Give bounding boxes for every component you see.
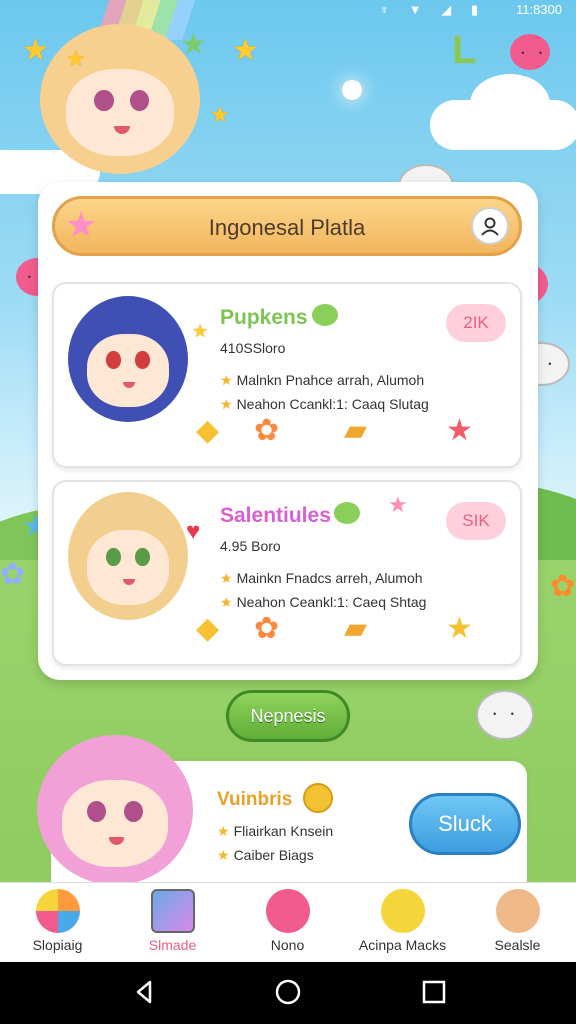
nav-label: Slopiaig — [32, 937, 83, 953]
nav-label: Acinpa Macks — [358, 937, 447, 953]
star-icon: ★ — [388, 492, 408, 517]
coin-icon — [303, 783, 333, 813]
yellow-blob-icon — [381, 889, 425, 933]
bottom-nav: Slopiaig Slmade Nono Acinpa Macks Sealsl… — [0, 882, 576, 963]
top-character-avatar — [40, 24, 200, 174]
nav-item-shop[interactable]: Slopiaig — [0, 883, 115, 963]
candy-icon: ◆ — [196, 612, 220, 645]
star-icon: ★ — [220, 594, 233, 610]
slime-icon — [334, 502, 360, 524]
gallery-icon — [151, 889, 195, 933]
character-score: 410SSloro — [220, 340, 286, 356]
flower-icon: ✿ — [254, 612, 280, 645]
select-button[interactable]: Sluck — [409, 793, 521, 855]
leaf-icon: L — [452, 28, 477, 72]
header-bar: ★ Ingonesal Platla — [52, 196, 522, 256]
star-icon: ★ — [220, 396, 233, 412]
star-icon: ★ — [220, 372, 233, 388]
character-name: Vuinbris — [217, 789, 293, 810]
status-bar: ♆ ▼ ◢ ▮ 11:8300 — [0, 0, 576, 20]
system-nav-bar — [0, 962, 576, 1024]
character-card[interactable]: Vuinbris ★ Fliairkan Knsein ★ Caiber Biags… — [37, 735, 530, 898]
profile-button[interactable] — [471, 207, 509, 245]
character-name: Salentiules — [220, 504, 331, 527]
nav-item-home[interactable]: Nono — [230, 883, 345, 963]
character-score: 4.95 Boro — [220, 538, 281, 554]
nav-item-gallery[interactable]: Slmade — [115, 883, 230, 963]
star-icon: ★ — [210, 102, 230, 127]
heart-icon: ♥ — [186, 518, 201, 545]
character-name: Pupkens — [220, 306, 308, 329]
detail-line: ★ Caiber Biags — [217, 847, 314, 863]
character-card[interactable]: ♥ Salentiules ★ 4.95 Boro ★ Mainkn Fnadcs… — [52, 480, 522, 666]
home-icon[interactable] — [274, 978, 302, 1006]
detail-line: ★ Mainkn Fnadcs arreh, Alumoh — [220, 570, 423, 586]
star-icon: ★ — [217, 847, 230, 863]
next-button[interactable]: Nepnesis — [226, 690, 350, 742]
character-card[interactable]: ★ Pupkens 410SSloro ★ Malnkn Pnahce arrah… — [52, 282, 522, 468]
nav-label: Sealsle — [494, 937, 541, 953]
star-icon: ★ — [446, 414, 473, 447]
flower-icon: ✿ — [550, 570, 576, 603]
star-icon: ★ — [217, 823, 230, 839]
star-icon: ★ — [220, 570, 233, 586]
pink-blob-icon — [266, 889, 310, 933]
page-title: Ingonesal Platla — [208, 215, 366, 240]
detail-line: ★ Neahon Ccankl:1: Caaq Slutag — [220, 396, 429, 412]
detail-line: ★ Malnkn Pnahce arrah, Alumoh — [220, 372, 425, 388]
character-avatar — [37, 735, 193, 885]
beachball-icon — [36, 889, 80, 933]
nav-item-packs[interactable]: Acinpa Macks — [345, 883, 460, 963]
character-avatar — [68, 492, 188, 620]
ghost-icon: • • — [476, 690, 534, 740]
flower-icon: ✿ — [254, 414, 280, 447]
star-icon: ★ — [446, 612, 473, 645]
detail-line: ★ Neahon Ceankl:1: Caeq Shtag — [220, 594, 427, 610]
user-icon — [481, 217, 499, 236]
cloud — [470, 74, 550, 134]
nav-label: Slmade — [148, 937, 197, 953]
slime-icon — [312, 304, 338, 326]
flower-icon: ✿ — [0, 558, 26, 591]
status-time: 11:8300 — [515, 2, 562, 17]
status-badge[interactable]: 2IK — [446, 304, 506, 342]
bear-icon — [496, 889, 540, 933]
recents-icon[interactable] — [420, 978, 448, 1006]
nav-label: Nono — [270, 937, 305, 953]
star-icon: ★ — [192, 321, 209, 341]
star-icon: ★ — [180, 28, 207, 61]
back-icon[interactable] — [130, 978, 158, 1006]
nav-item-settings[interactable]: Sealsle — [460, 883, 575, 963]
detail-line: ★ Fliairkan Knsein — [217, 823, 334, 839]
character-avatar — [68, 296, 188, 422]
star-icon: ★ — [66, 46, 86, 71]
star-icon: ★ — [232, 34, 259, 67]
status-icons: ♆ ▼ ◢ ▮ — [379, 2, 486, 17]
status-badge[interactable]: SIK — [446, 502, 506, 540]
pink-blob-icon: • • — [510, 34, 550, 70]
sun — [342, 80, 362, 100]
cheese-icon: ▰ — [344, 612, 368, 645]
cheese-icon: ▰ — [344, 414, 368, 447]
candy-icon: ◆ — [196, 414, 220, 447]
star-icon: ★ — [22, 34, 49, 67]
